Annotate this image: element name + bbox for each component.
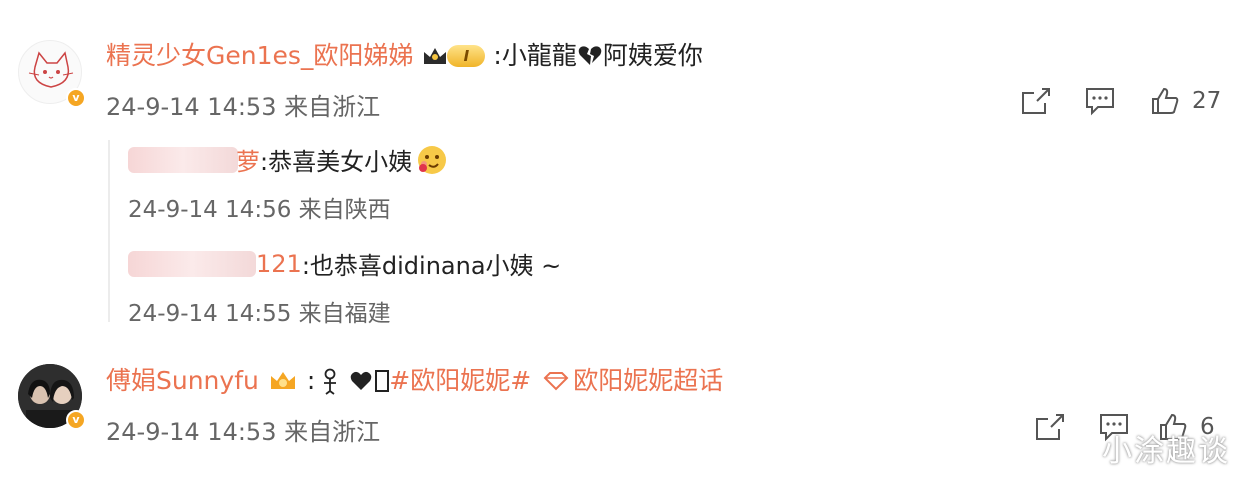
supertopic-link[interactable]: 欧阳妮妮超话 [573,364,723,398]
thumbs-up-icon [1152,87,1179,114]
comment-header: 精灵少女Gen1es_欧阳娣娣 I :小龍龍 阿姨爱你 [106,39,703,73]
share-button[interactable] [1020,86,1052,116]
broken-heart-icon [578,46,602,65]
comment-time-location: 24-9-14 14:53 来自浙江 [106,418,381,446]
comment-actions: 27 [1020,86,1221,116]
comment-text: : [306,366,316,395]
reply-item: 121 :也恭喜didinana小姨 ~ [128,246,561,281]
blurred-username [128,250,256,277]
figure-emoji-icon [324,368,337,395]
reply-text: :也恭喜didinana小姨 ~ [301,252,562,280]
reply-time-location: 24-9-14 14:56 来自陕西 [128,197,391,223]
comment-icon [1086,88,1114,116]
fan-badge[interactable]: I [421,44,486,68]
comment-text-2: 阿姨爱你 [602,41,703,70]
comment-button[interactable] [1084,86,1116,116]
comment-item: v 傅娟Sunnyfu : #欧阳妮妮# 欧阳妮妮超话 24-9-14 14:5… [0,340,1246,484]
black-heart-icon [351,371,372,390]
like-button[interactable]: 27 [1150,86,1221,116]
topic-link[interactable]: #欧阳妮妮# [389,364,531,398]
comment-header: 傅娟Sunnyfu : #欧阳妮妮# 欧阳妮妮超话 [106,364,723,398]
verified-badge-icon: v [66,88,86,108]
reply-time-location: 24-9-14 14:55 来自福建 [128,301,391,327]
reply-username-visible[interactable]: 萝 [236,142,260,177]
username-link[interactable]: 傅娟Sunnyfu [106,364,259,398]
like-count: 27 [1192,88,1222,114]
username-link[interactable]: 精灵少女Gen1es_欧阳娣娣 [106,39,413,73]
comment-item: v 精灵少女Gen1es_欧阳娣娣 I :小龍龍 阿姨爱你 24-9-14 14… [0,0,1246,140]
comment-time-location: 24-9-14 14:53 来自浙江 [106,93,381,121]
blurred-username [128,146,238,173]
verified-badge-icon: v [66,410,86,430]
fan-level: I [447,45,486,67]
share-button[interactable] [1034,412,1066,442]
share-icon [1022,88,1050,114]
reply-thread: 萝 :恭喜美女小姨 24-9-14 14:56 来自陕西 121 :也恭喜did… [108,140,808,327]
reply-item: 萝 :恭喜美女小姨 [128,142,448,177]
watermark: 小涂趣谈 [1102,434,1230,469]
crown-icon [424,48,447,64]
crown-badge-icon[interactable] [267,367,299,395]
missing-glyph-icon [375,370,390,392]
share-icon [1036,414,1064,440]
reply-username-visible[interactable]: 121 [256,250,302,278]
diamond-icon [543,372,569,391]
reply-text: :恭喜美女小姨 [260,148,413,176]
emoji-face-icon [418,145,447,174]
comment-text: :小龍龍 [493,41,577,70]
